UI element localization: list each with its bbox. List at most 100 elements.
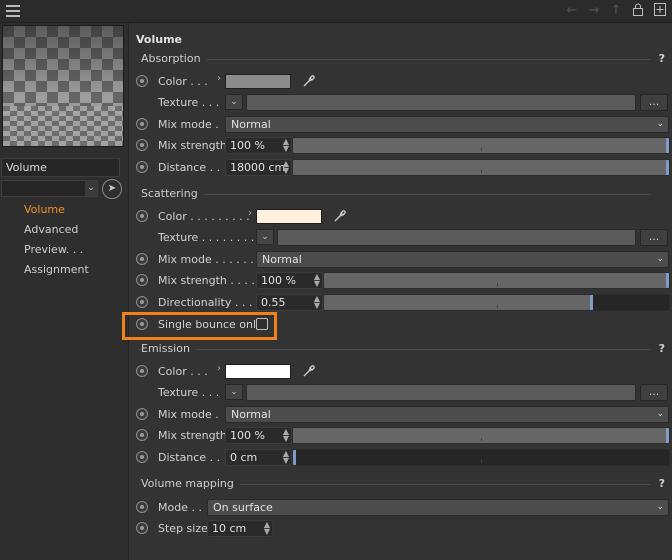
emission-texture-row: Texture . . . ⌄ ... bbox=[129, 384, 672, 402]
section-scattering[interactable]: Scattering bbox=[135, 187, 665, 201]
absorption-mix-mode-row: Mix mode . Normal ⌄ bbox=[129, 116, 672, 134]
param-label: Mix strength . . . . bbox=[158, 274, 255, 287]
texture-dropdown[interactable]: ⌄ bbox=[225, 94, 243, 110]
mix-strength-slider[interactable] bbox=[292, 427, 670, 444]
param-label: Color . . . . . . . . . bbox=[158, 210, 250, 223]
material-filter-dropdown[interactable]: ⌄ bbox=[1, 180, 98, 197]
animate-radio[interactable] bbox=[136, 429, 148, 441]
mix-strength-input[interactable]: 100 % ▲ ▼ bbox=[225, 427, 292, 444]
emission-mix-mode-row: Mix mode . Normal ⌄ bbox=[129, 406, 672, 424]
mix-mode-select[interactable]: Normal ⌄ bbox=[256, 251, 669, 268]
absorption-color-swatch[interactable] bbox=[225, 74, 291, 89]
section-label: Scattering bbox=[141, 187, 204, 200]
attributes-panel: Volume Absorption ? Color . . . › Textur… bbox=[122, 23, 672, 560]
emission-distance-row: Distance . . 0 cm ▲ ▼ bbox=[129, 449, 672, 467]
help-icon[interactable]: ? bbox=[659, 52, 665, 65]
mix-strength-slider[interactable] bbox=[292, 137, 670, 154]
section-emission[interactable]: Emission ? bbox=[135, 342, 665, 356]
scattering-mix-strength-row: Mix strength . . . . 100 % ▲ ▼ bbox=[129, 272, 672, 290]
mix-strength-slider[interactable] bbox=[323, 272, 670, 289]
lock-icon[interactable] bbox=[630, 3, 646, 20]
more-button[interactable]: ... bbox=[640, 384, 668, 401]
help-icon[interactable]: ? bbox=[659, 342, 665, 355]
param-label: Mix strength bbox=[158, 139, 227, 152]
param-label: Step size bbox=[158, 522, 208, 535]
eyedropper-icon[interactable] bbox=[301, 73, 317, 89]
param-label: Mix mode . . . . . . bbox=[158, 253, 254, 266]
pick-cursor-icon[interactable]: ➤ bbox=[102, 179, 122, 199]
texture-field[interactable] bbox=[246, 384, 636, 401]
toolbar-icons: ← → ↑ bbox=[564, 3, 668, 20]
animate-radio[interactable] bbox=[136, 451, 148, 463]
mix-strength-input[interactable]: 100 % ▲ ▼ bbox=[225, 137, 292, 154]
absorption-mix-strength-row: Mix strength 100 % ▲ ▼ bbox=[129, 137, 672, 155]
animate-radio[interactable] bbox=[136, 274, 148, 286]
animate-radio[interactable] bbox=[136, 296, 148, 308]
animate-radio[interactable] bbox=[136, 139, 148, 151]
animate-radio[interactable] bbox=[136, 161, 148, 173]
param-label: Distance . . bbox=[158, 451, 221, 464]
animate-radio[interactable] bbox=[136, 522, 148, 534]
emission-color-swatch[interactable] bbox=[225, 364, 291, 379]
texture-field[interactable] bbox=[277, 229, 636, 246]
emission-mix-strength-row: Mix strength 100 % ▲ ▼ bbox=[129, 427, 672, 445]
more-button[interactable]: ... bbox=[640, 229, 668, 246]
up-arrow-icon[interactable]: ↑ bbox=[608, 3, 624, 20]
nav-preview[interactable]: Preview. . . bbox=[24, 243, 83, 256]
absorption-distance-row: Distance . . 18000 cm ▲ ▼ bbox=[129, 159, 672, 177]
mode-row: Mode . . On surface ⌄ bbox=[129, 499, 672, 517]
eyedropper-icon[interactable] bbox=[301, 363, 317, 379]
directionality-input[interactable]: 0.55 ▲ ▼ bbox=[256, 294, 323, 311]
mode-select[interactable]: On surface ⌄ bbox=[207, 499, 669, 516]
nav-advanced[interactable]: Advanced bbox=[24, 223, 78, 236]
scattering-color-swatch[interactable] bbox=[256, 209, 322, 224]
animate-radio[interactable] bbox=[136, 75, 148, 87]
mix-mode-select[interactable]: Normal ⌄ bbox=[225, 406, 669, 423]
animate-radio[interactable] bbox=[136, 118, 148, 130]
animate-radio[interactable] bbox=[136, 210, 148, 222]
directionality-slider[interactable] bbox=[323, 294, 670, 311]
chevron-down-icon: ⌄ bbox=[85, 181, 97, 196]
param-label: Color . . . bbox=[158, 365, 208, 378]
texture-field[interactable] bbox=[246, 94, 636, 111]
nav-assignment[interactable]: Assignment bbox=[24, 263, 89, 276]
nav-volume[interactable]: Volume bbox=[24, 203, 65, 216]
absorption-color-row: Color . . . › bbox=[129, 73, 672, 91]
more-button[interactable]: ... bbox=[640, 94, 668, 111]
param-label: Texture . . . bbox=[158, 386, 220, 399]
mix-strength-input[interactable]: 100 % ▲ ▼ bbox=[256, 272, 323, 289]
animate-radio[interactable] bbox=[136, 253, 148, 265]
step-size-row: Step size 10 cm ▲ ▼ bbox=[129, 520, 672, 538]
expand-arrow-icon[interactable]: › bbox=[217, 73, 221, 84]
material-name-field[interactable]: Volume bbox=[1, 158, 120, 177]
new-window-icon[interactable] bbox=[652, 3, 668, 20]
expand-arrow-icon[interactable]: › bbox=[217, 363, 221, 374]
help-icon[interactable]: ? bbox=[659, 477, 665, 490]
forward-arrow-icon[interactable]: → bbox=[586, 3, 602, 20]
section-absorption[interactable]: Absorption ? bbox=[135, 52, 665, 66]
distance-slider[interactable] bbox=[292, 159, 670, 176]
animate-radio[interactable] bbox=[136, 501, 148, 513]
menu-icon[interactable] bbox=[6, 5, 20, 17]
scattering-color-row: Color . . . . . . . . . › bbox=[129, 208, 672, 226]
material-preview[interactable] bbox=[2, 25, 124, 147]
distance-slider[interactable] bbox=[292, 449, 670, 466]
highlight-box bbox=[122, 312, 277, 340]
animate-radio[interactable] bbox=[136, 408, 148, 420]
section-label: Absorption bbox=[141, 52, 207, 65]
page-title: Volume bbox=[136, 33, 182, 46]
eyedropper-icon[interactable] bbox=[332, 208, 348, 224]
back-arrow-icon[interactable]: ← bbox=[564, 3, 580, 20]
texture-dropdown[interactable]: ⌄ bbox=[225, 384, 243, 400]
animate-radio[interactable] bbox=[136, 365, 148, 377]
scattering-directionality-row: Directionality . . . . 0.55 ▲ ▼ bbox=[129, 294, 672, 312]
param-label: Texture . . . bbox=[158, 96, 220, 109]
expand-arrow-icon[interactable]: › bbox=[248, 208, 252, 219]
distance-input[interactable]: 0 cm ▲ ▼ bbox=[225, 449, 292, 466]
texture-dropdown[interactable]: ⌄ bbox=[256, 229, 274, 245]
section-volume-mapping[interactable]: Volume mapping ? bbox=[135, 477, 665, 491]
distance-input[interactable]: 18000 cm ▲ ▼ bbox=[225, 159, 292, 176]
mix-mode-select[interactable]: Normal ⌄ bbox=[225, 116, 669, 133]
emission-color-row: Color . . . › bbox=[129, 363, 672, 381]
step-size-input[interactable]: 10 cm ▲ ▼ bbox=[207, 520, 273, 537]
